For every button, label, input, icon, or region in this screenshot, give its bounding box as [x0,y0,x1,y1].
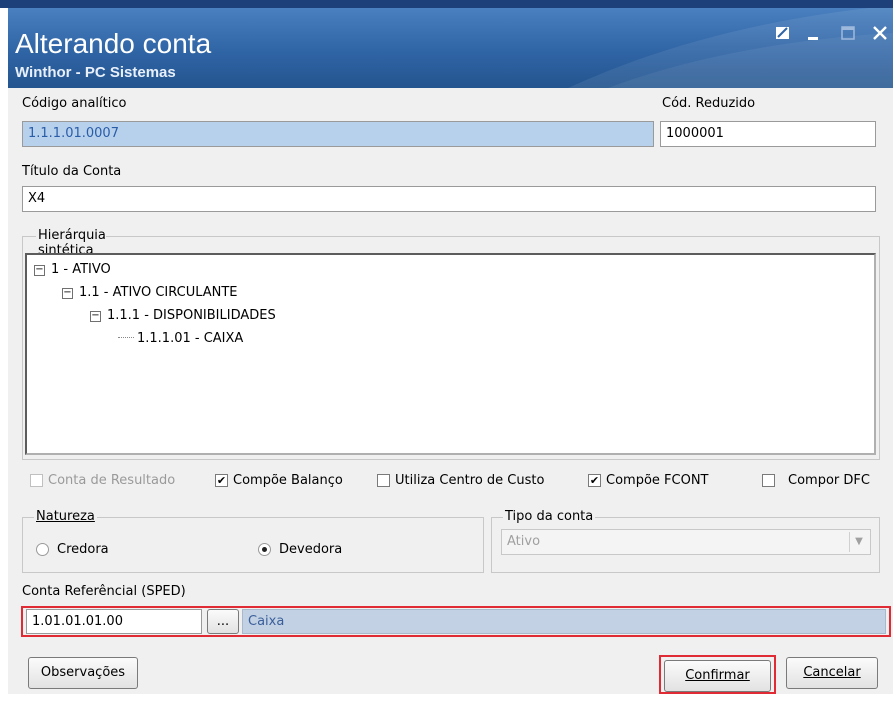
tree-node[interactable]: 1.1.1.01 - CAIXA [118,331,243,346]
compoe-balanco-checkbox[interactable]: ✔ Compõe Balanço [215,473,343,488]
radio-icon [36,543,49,556]
observacoes-button[interactable]: Observações [28,657,138,689]
window-subtitle: Winthor - PC Sistemas [15,64,176,81]
checkmark-icon: ✔ [215,474,228,487]
tree-node[interactable]: −1 - ATIVO [34,262,111,277]
close-icon[interactable] [872,25,892,45]
collapse-icon[interactable]: − [90,311,101,322]
lookup-button[interactable]: ... [207,609,239,634]
top-strip [0,0,893,8]
natureza-label: Natureza [34,509,97,524]
restore-icon[interactable] [775,25,795,45]
window-title: Alterando conta [15,28,212,59]
hierarchy-tree[interactable]: −1 - ATIVO −1.1 - ATIVO CIRCULANTE −1.1.… [25,253,876,455]
maximize-icon[interactable] [840,25,860,45]
collapse-icon[interactable]: − [34,265,45,276]
codigo-analitico-field[interactable]: 1.1.1.01.0007 [22,121,654,147]
collapse-icon[interactable]: − [62,288,73,299]
checkbox-box [30,474,43,487]
conta-referencial-code-field[interactable]: 1.01.01.01.00 [26,609,202,634]
titulo-conta-field[interactable]: X4 [22,186,876,212]
radio-selected-icon [258,543,271,556]
hierarchy-label: HHierárquia sintética da conta [36,228,106,273]
utiliza-centro-custo-checkbox[interactable]: Utiliza Centro de Custo [377,473,544,488]
conta-referencial-description: Caixa [242,609,886,634]
tree-node[interactable]: −1.1 - ATIVO CIRCULANTE [62,285,238,300]
confirmar-button[interactable]: Confirmar [664,660,771,692]
tipo-conta-label: Tipo da conta [503,509,596,524]
tree-line [118,337,134,338]
cod-reduzido-label: Cód. Reduzido [662,96,756,111]
codigo-analitico-label: Código analítico [22,96,127,111]
cod-reduzido-field[interactable]: 1000001 [660,121,876,147]
conta-resultado-checkbox: Conta de Resultado [30,473,175,488]
checkbox-box [377,474,390,487]
tipo-conta-select[interactable]: Ativo ▼ [501,529,871,555]
tree-node[interactable]: −1.1.1 - DISPONIBILIDADES [90,308,276,323]
minimize-icon[interactable] [806,25,826,45]
cancelar-button[interactable]: Cancelar [786,657,878,689]
compoe-fcont-checkbox[interactable]: ✔ Compõe FCONT [588,473,708,488]
checkbox-box [762,474,775,487]
conta-referencial-label: Conta Referêncial (SPED) [22,584,186,599]
chevron-down-icon[interactable]: ▼ [849,532,868,552]
bottom-strip [0,702,893,710]
devedora-radio[interactable]: Devedora [258,542,342,557]
checkmark-icon: ✔ [588,474,601,487]
title-bar: Alterando conta Winthor - PC Sistemas [8,8,893,88]
compor-dfc-checkbox[interactable]: Compor DFC [762,473,870,488]
titulo-conta-label: Título da Conta [22,164,122,179]
credora-radio[interactable]: Credora [36,542,109,557]
